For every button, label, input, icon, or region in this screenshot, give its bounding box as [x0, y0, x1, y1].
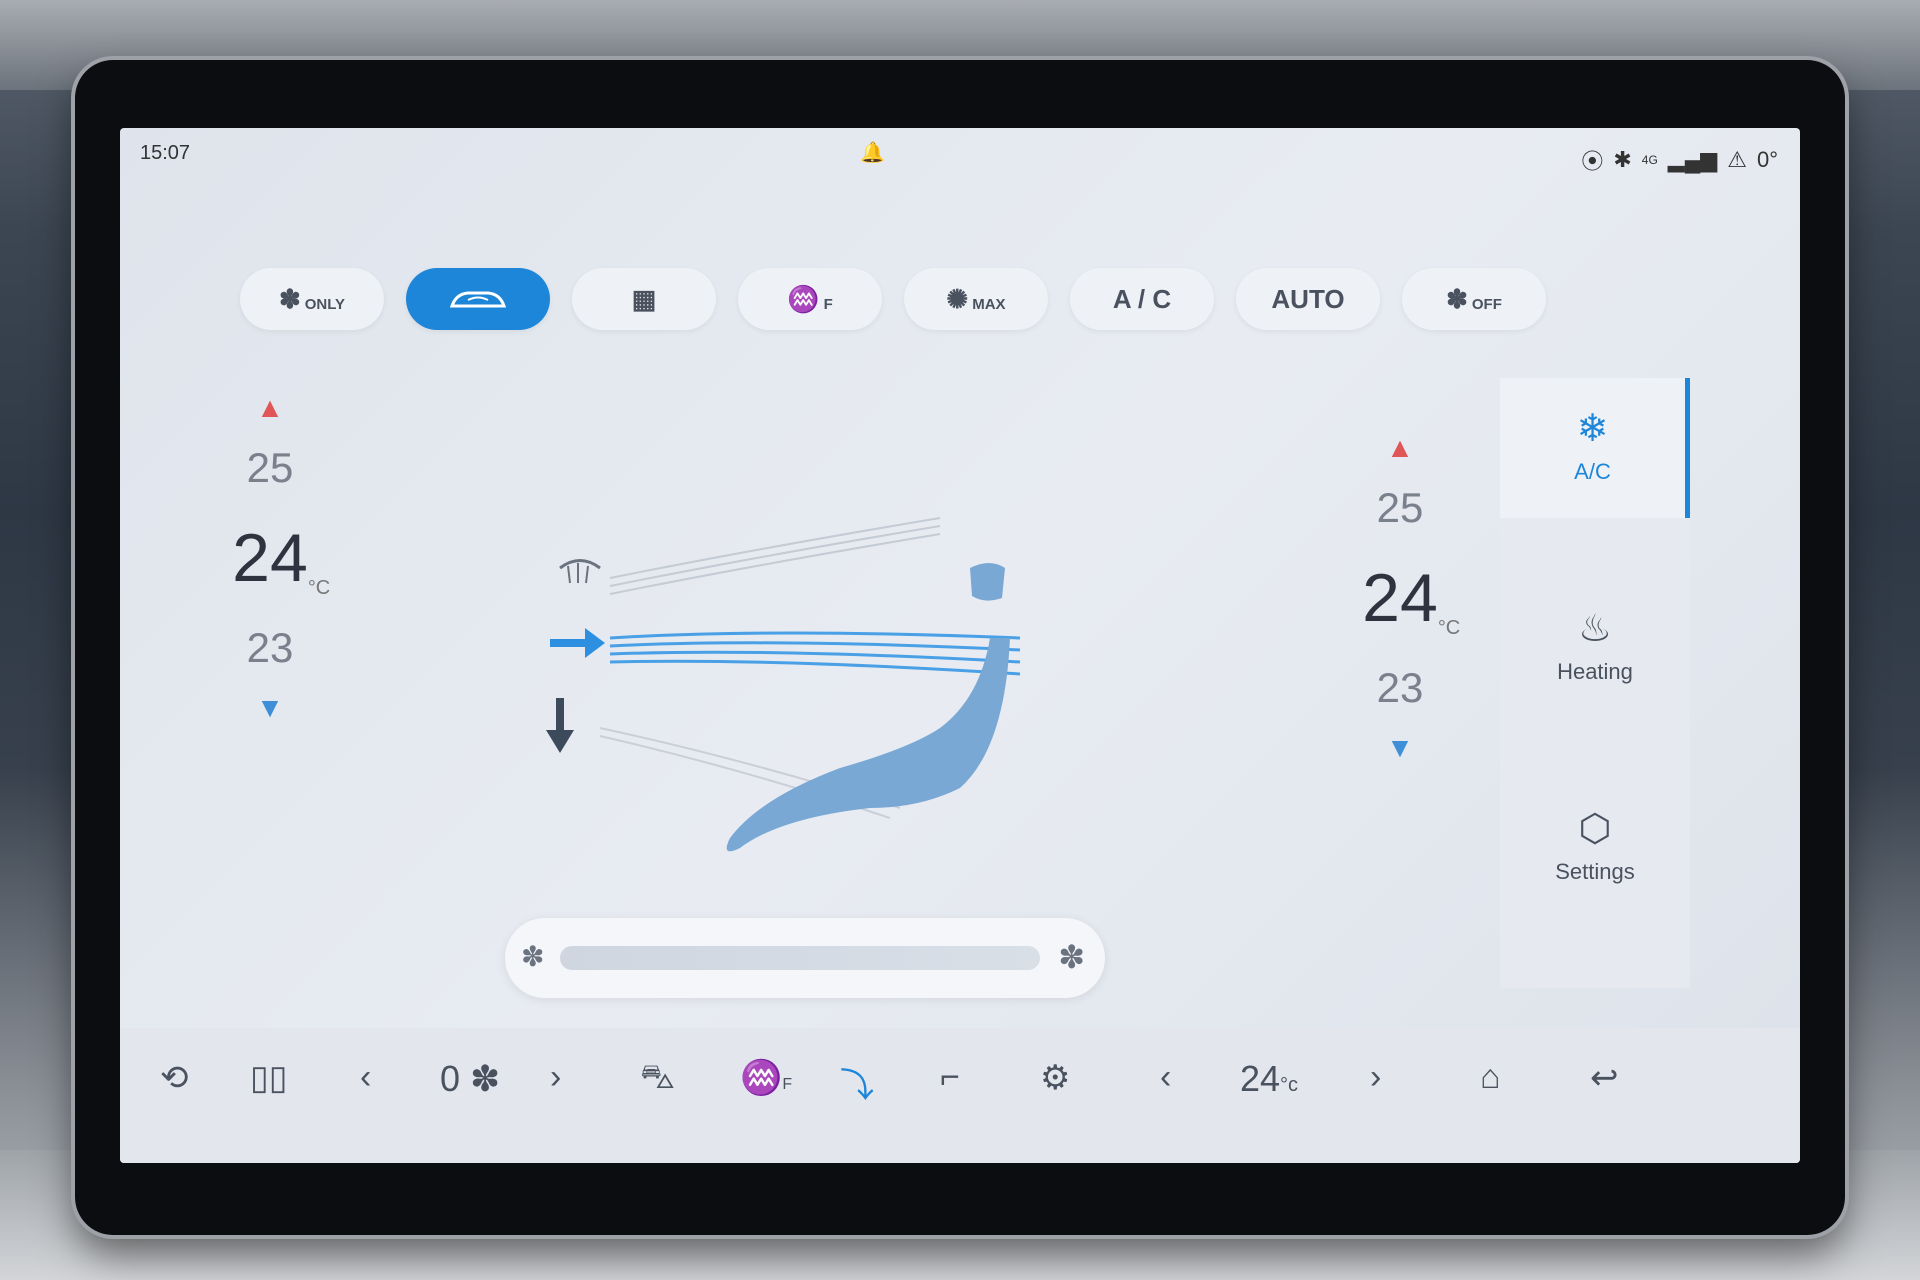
max-cool-button[interactable]: ✺ MAX: [904, 268, 1048, 330]
fan-speed-slider[interactable]: ✽ ✽: [505, 918, 1105, 998]
bottom-temp-unit: °c: [1280, 1074, 1299, 1096]
auto-button[interactable]: AUTO: [1236, 268, 1380, 330]
bell-icon: 🔔: [860, 142, 885, 164]
temp-current: 24 °C: [180, 508, 360, 608]
fan-speed-track[interactable]: [560, 946, 1040, 970]
temp-up-arrow-icon[interactable]: ▲: [180, 388, 360, 428]
mode-sub-label: ONLY: [304, 295, 346, 313]
front-defrost-button[interactable]: ♒ F: [738, 268, 882, 330]
temp-current: 24 °C: [1310, 548, 1490, 648]
side-nav: ❄ A/C ♨ Heating ⬡ Settings: [1500, 378, 1690, 988]
temp-increase-chevron-icon[interactable]: ›: [1370, 1058, 1381, 1097]
temp-below[interactable]: 23: [180, 608, 360, 688]
climate-screen: 15:07 🔔 ⦿ ✱ 4G ▂▄▆ ⚠ 0° ✽ ONLY ▦ ♒ F ✺ M…: [120, 128, 1800, 1163]
drive-mode-icon[interactable]: ⟲: [160, 1058, 189, 1098]
side-nav-label: A/C: [1574, 459, 1611, 484]
fan-low-icon: ✽: [521, 941, 545, 972]
mode-sub-label: MAX: [972, 295, 1006, 313]
ac-button[interactable]: A / C: [1070, 268, 1214, 330]
status-bar-right: ⦿ ✱ 4G ▂▄▆ ⚠ 0°: [1581, 144, 1778, 176]
seat-airflow-icon[interactable]: ⤵: [840, 1058, 874, 1107]
temp-value: 24: [1362, 560, 1438, 636]
fan-icon: ✽: [470, 1058, 501, 1099]
bluetooth-icon: ✱: [1613, 147, 1632, 172]
driver-temp-selector[interactable]: ▲ 25 24 °C 23 ▼: [180, 388, 360, 728]
side-nav-label: Heating: [1557, 659, 1633, 684]
temp-below[interactable]: 23: [1310, 648, 1490, 728]
ac-label: A / C: [1112, 283, 1172, 314]
temp-down-arrow-icon[interactable]: ▼: [180, 688, 360, 728]
mode-buttons: ✽ ONLY ▦ ♒ F ✺ MAX A / C AUTO ✽ OFF: [240, 268, 1546, 330]
home-icon[interactable]: ⌂: [1480, 1058, 1501, 1097]
fan-high-icon: ✽: [1058, 939, 1085, 975]
settings-hexagon-icon: ⬡: [1578, 808, 1612, 850]
bottom-temp-value: 24: [1240, 1058, 1281, 1099]
temp-value: 24: [232, 520, 308, 596]
mode-sub-label: F: [823, 295, 833, 313]
auto-label: AUTO: [1271, 283, 1345, 314]
front-defrost-icon: ♒: [787, 283, 820, 314]
bottom-bar: ⟲ ▯▯ ‹ 0 ✽ › ⛍ ♒F ⤵ ⌐ ⚙ ‹ 24°c › ⌂ ↩: [120, 1028, 1800, 1163]
fan-decrease-chevron-icon[interactable]: ‹: [360, 1058, 371, 1097]
side-nav-label: Settings: [1555, 859, 1635, 884]
temp-up-arrow-icon[interactable]: ▲: [1310, 428, 1490, 468]
side-nav-settings[interactable]: ⬡ Settings: [1500, 778, 1690, 918]
windshield-vent-icon[interactable]: [559, 559, 601, 584]
recirculation-button[interactable]: [406, 268, 550, 330]
status-time: 15:07: [140, 142, 191, 164]
settings-gear-icon[interactable]: ⚙: [1040, 1058, 1070, 1098]
fan-off-button[interactable]: ✽ OFF: [1402, 268, 1546, 330]
car-recirculation-icon: [449, 291, 507, 308]
fan-speed-readout: 0 ✽: [440, 1058, 500, 1100]
rear-defrost-button[interactable]: ▦: [572, 268, 716, 330]
temp-decrease-chevron-icon[interactable]: ‹: [1160, 1058, 1171, 1097]
car-recirculation-icon[interactable]: ⛍: [640, 1058, 675, 1102]
seat-icon[interactable]: ⌐: [940, 1058, 960, 1097]
side-nav-ac[interactable]: ❄ A/C: [1500, 378, 1690, 518]
max-cool-icon: ✺: [946, 283, 969, 314]
side-nav-heating[interactable]: ♨ Heating: [1500, 578, 1690, 718]
back-icon[interactable]: ↩: [1590, 1058, 1619, 1098]
temp-above[interactable]: 25: [180, 428, 360, 508]
snowflake-icon: ❄: [1576, 408, 1609, 450]
passenger-temp-selector[interactable]: ▲ 25 24 °C 23 ▼: [1310, 428, 1490, 768]
outside-temp: 0°: [1756, 147, 1778, 172]
seat-heating-icon: ♨: [1577, 608, 1613, 650]
fan-increase-chevron-icon[interactable]: ›: [550, 1058, 561, 1097]
face-vent-arrow-icon[interactable]: [550, 628, 605, 658]
rear-defrost-icon: ▦: [631, 283, 657, 314]
temp-unit: °C: [307, 577, 331, 599]
fan-speed-value: 0: [440, 1058, 461, 1099]
network-label: 4G: [1641, 153, 1658, 167]
front-defrost-icon[interactable]: ♒F: [740, 1058, 792, 1098]
mode-sub-label: OFF: [1471, 295, 1502, 313]
split-screen-icon[interactable]: ▯▯: [250, 1058, 287, 1098]
bottom-temp-readout: 24°c: [1240, 1058, 1298, 1100]
location-icon: ⦿: [1581, 149, 1604, 174]
defrost-suffix: F: [782, 1076, 793, 1093]
fan-only-button[interactable]: ✽ ONLY: [240, 268, 384, 330]
fan-icon: ✽: [278, 283, 301, 314]
temp-above[interactable]: 25: [1310, 468, 1490, 548]
temp-down-arrow-icon[interactable]: ▼: [1310, 728, 1490, 768]
temp-unit: °C: [1437, 617, 1461, 639]
airflow-illustration: [546, 517, 1021, 852]
foot-vent-arrow-icon[interactable]: [546, 698, 574, 753]
signal-icon: ▂▄▆: [1667, 147, 1718, 172]
screen-bezel: 15:07 🔔 ⦿ ✱ 4G ▂▄▆ ⚠ 0° ✽ ONLY ▦ ♒ F ✺ M…: [75, 60, 1845, 1235]
warning-icon: ⚠: [1727, 147, 1747, 172]
fan-icon: ✽: [1446, 283, 1468, 314]
seat-silhouette: [726, 563, 1010, 852]
